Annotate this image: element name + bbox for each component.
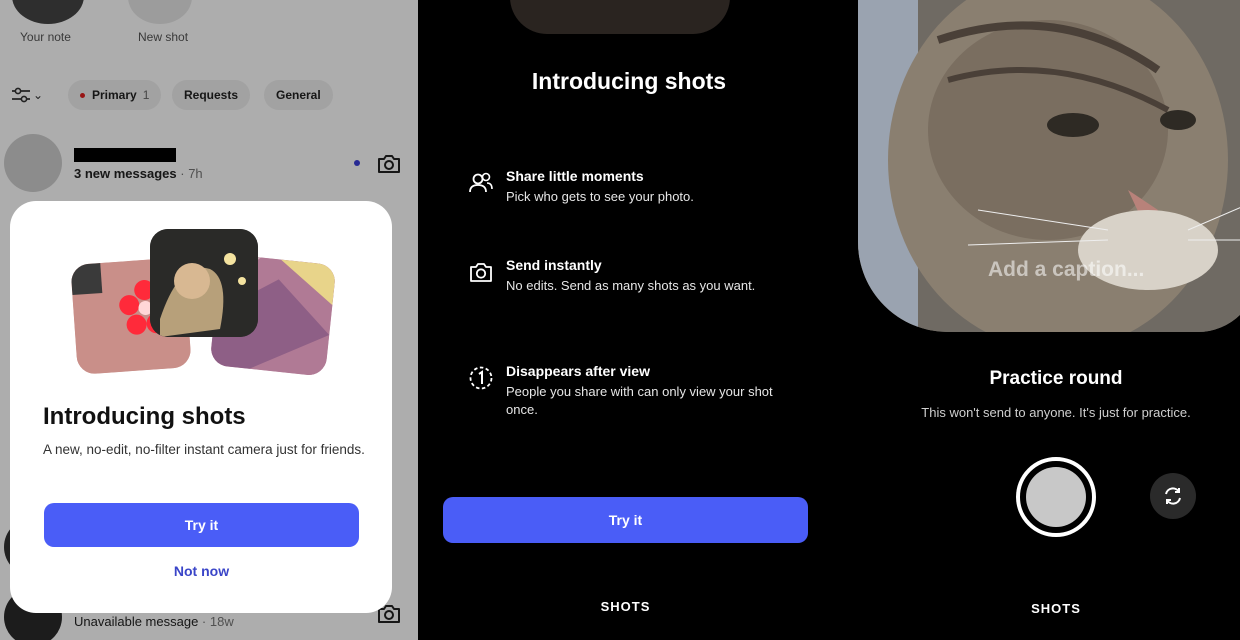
feature-description: No edits. Send as many shots as you want… bbox=[506, 278, 756, 293]
practice-subtitle: This won't send to anyone. It's just for… bbox=[921, 405, 1191, 420]
feature-description: People you share with can only view your… bbox=[506, 384, 773, 417]
not-now-button[interactable]: Not now bbox=[44, 563, 359, 579]
shutter-inner bbox=[1026, 467, 1086, 527]
modal-description: A new, no-edit, no-filter instant camera… bbox=[43, 442, 365, 457]
intro-screen: Introducing shots Share little moments P… bbox=[418, 0, 840, 640]
flip-camera-button[interactable] bbox=[1150, 473, 1196, 519]
one-view-icon bbox=[469, 366, 493, 390]
feature-description: Pick who gets to see your photo. bbox=[506, 189, 694, 204]
sample-shot-portrait bbox=[150, 229, 258, 337]
try-it-button[interactable]: Try it bbox=[443, 497, 808, 543]
people-icon bbox=[469, 172, 493, 193]
feature-title: Disappears after view bbox=[506, 363, 650, 379]
modal-title: Introducing shots bbox=[43, 403, 246, 430]
feature-title: Share little moments bbox=[506, 168, 644, 184]
shutter-button[interactable] bbox=[1016, 457, 1096, 537]
shots-footer-label: SHOTS bbox=[1031, 601, 1081, 616]
camera-screen: Add a caption... Practice round This won… bbox=[840, 0, 1240, 640]
feature-title: Send instantly bbox=[506, 257, 602, 273]
camera-icon bbox=[470, 263, 492, 282]
intro-title: Introducing shots bbox=[531, 68, 727, 94]
caption-input[interactable]: Add a caption... bbox=[988, 258, 1144, 282]
camera-preview: Add a caption... bbox=[858, 0, 1240, 332]
hero-image bbox=[510, 0, 730, 34]
practice-title: Practice round bbox=[989, 368, 1123, 389]
inbox-panel: Your note New shot ⌄ Primary 1 Requests … bbox=[0, 0, 418, 640]
shots-footer-label: SHOTS bbox=[600, 599, 651, 614]
intro-modal: Introducing shots A new, no-edit, no-fil… bbox=[10, 201, 392, 613]
flip-camera-icon bbox=[1165, 487, 1181, 505]
try-it-button[interactable]: Try it bbox=[44, 503, 359, 547]
